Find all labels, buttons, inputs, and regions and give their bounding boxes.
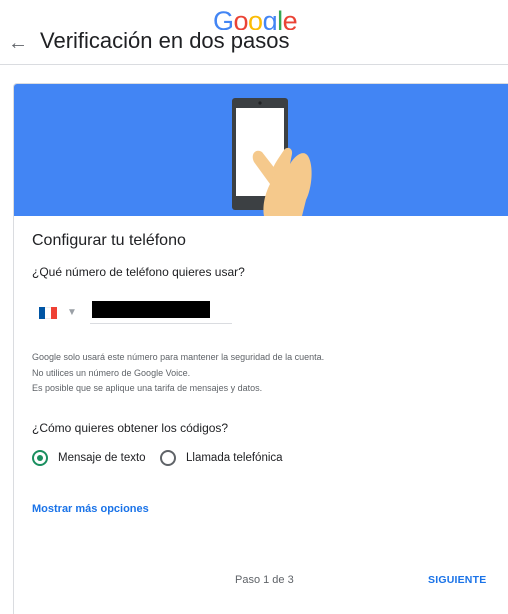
page-title: Verificación en dos pasos — [40, 28, 290, 53]
next-button[interactable]: SIGUIENTE — [428, 574, 486, 586]
radio-label: Mensaje de texto — [58, 452, 146, 464]
phone-question: ¿Qué número de teléfono quieres usar? — [32, 265, 245, 279]
radio-unselected-icon[interactable] — [160, 450, 176, 466]
redacted-phone-number — [92, 301, 210, 318]
header-divider — [0, 64, 508, 65]
info-line: Es posible que se aplique una tarifa de … — [32, 383, 263, 393]
arrow-left-icon[interactable]: ← — [8, 30, 30, 56]
radio-text-message[interactable]: Mensaje de texto — [32, 450, 146, 466]
code-method-question: ¿Cómo quieres obtener los códigos? — [32, 421, 229, 435]
chevron-down-icon: ▼ — [67, 307, 77, 318]
page-header: ← Verificación en dos pasos — [0, 24, 508, 64]
phone-illustration-icon — [232, 98, 312, 216]
info-line: Google solo usará este número para mante… — [32, 352, 325, 362]
banner — [14, 84, 508, 216]
france-flag-icon — [39, 307, 57, 319]
setup-card: Configurar tu teléfono ¿Qué número de te… — [13, 83, 508, 614]
info-line: No utilices un número de Google Voice. — [32, 367, 191, 378]
radio-selected-icon[interactable] — [32, 450, 48, 466]
more-options-link[interactable]: Mostrar más opciones — [32, 503, 149, 515]
radio-label: Llamada telefónica — [186, 452, 283, 464]
info-text: Google solo usará este número para mante… — [32, 350, 324, 397]
card-title: Configurar tu teléfono — [32, 232, 186, 249]
step-indicator: Paso 1 de 3 — [235, 574, 294, 586]
radio-phone-call[interactable]: Llamada telefónica — [160, 450, 283, 466]
